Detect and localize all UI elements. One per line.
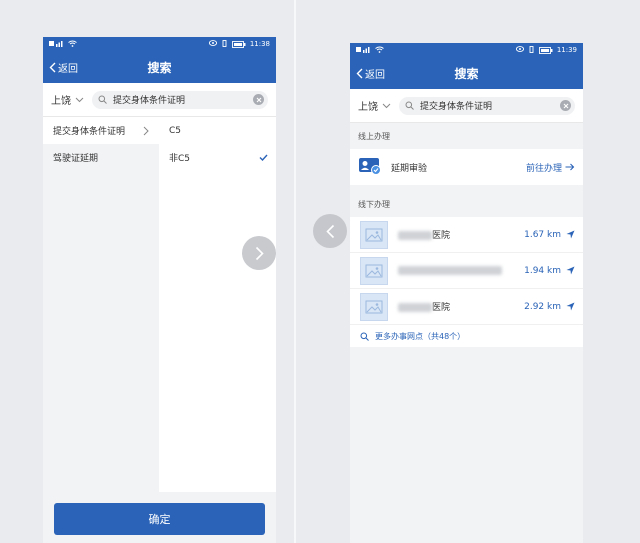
office-item[interactable]: 医院 2.92 km <box>350 289 583 325</box>
office-item[interactable]: 1.94 km <box>350 253 583 289</box>
option-item[interactable]: 非C5 <box>159 144 276 171</box>
wifi-icon <box>375 46 384 55</box>
eye-icon <box>515 46 524 54</box>
chevron-down-icon <box>382 103 391 108</box>
more-offices-label: 更多办事网点（共48个） <box>375 331 466 341</box>
city-selector[interactable]: 上饶 <box>358 98 391 113</box>
wifi-icon <box>68 40 77 49</box>
option-item[interactable]: C5 <box>159 117 276 144</box>
search-input[interactable]: 提交身体条件证明 <box>92 90 268 109</box>
category-item[interactable]: 驾驶证延期 <box>43 144 159 171</box>
navigation-icon[interactable] <box>566 266 575 275</box>
office-name: 医院 <box>432 231 451 241</box>
vibrate-icon <box>221 39 228 49</box>
category-label: 提交身体条件证明 <box>53 127 126 137</box>
status-bar: 11:39 <box>350 43 583 57</box>
office-item[interactable]: 医院 1.67 km <box>350 217 583 253</box>
city-label: 上饶 <box>51 96 71 107</box>
chevron-right-icon <box>143 126 149 135</box>
search-row: 上饶 提交身体条件证明 <box>350 89 583 123</box>
page-title: 搜索 <box>147 60 172 75</box>
category-list: 提交身体条件证明 驾驶证延期 <box>43 117 159 492</box>
search-icon <box>360 332 369 341</box>
page-title: 搜索 <box>454 66 479 81</box>
office-distance: 1.67 km <box>524 229 561 240</box>
signal-icon <box>356 46 372 55</box>
vibrate-icon <box>528 45 535 55</box>
online-section-label: 线上办理 <box>350 123 583 149</box>
option-list: C5 非C5 <box>159 117 276 492</box>
redacted-text <box>398 265 502 275</box>
navigation-icon[interactable] <box>566 230 575 239</box>
arrow-right-icon <box>565 163 575 171</box>
office-name: 医院 <box>432 303 451 313</box>
status-time: 11:39 <box>556 46 577 54</box>
city-selector[interactable]: 上饶 <box>51 92 84 107</box>
status-time: 11:38 <box>249 40 270 48</box>
phone-screen-right: 11:39 返回 搜索 上饶 提交身体条件证明 线上办理 延期审验 前往办理 线… <box>350 43 583 543</box>
divider <box>294 0 296 543</box>
goto-button[interactable]: 前往办理 <box>526 161 575 174</box>
chevron-left-icon <box>356 68 363 78</box>
signal-icon <box>49 40 65 49</box>
clear-icon[interactable] <box>560 100 571 111</box>
checkmark-icon <box>259 154 268 161</box>
search-icon <box>405 101 414 110</box>
clear-icon[interactable] <box>253 94 264 105</box>
nav-bar: 返回 搜索 <box>350 57 583 89</box>
eye-icon <box>208 40 217 48</box>
back-button[interactable]: 返回 <box>49 51 78 83</box>
filter-panel: 提交身体条件证明 驾驶证延期 C5 非C5 <box>43 117 276 492</box>
chevron-down-icon <box>75 97 84 102</box>
image-placeholder-icon <box>360 292 388 321</box>
more-offices-link[interactable]: 更多办事网点（共48个） <box>350 325 583 347</box>
offline-section-label: 线下办理 <box>350 191 583 217</box>
battery-icon <box>231 40 246 48</box>
phone-screen-left: 11:38 返回 搜索 上饶 提交身体条件证明 提交身体条件证明 驾驶证延期 C… <box>43 37 276 543</box>
id-card-check-icon <box>358 157 382 178</box>
office-distance: 2.92 km <box>524 301 561 312</box>
prev-arrow-button[interactable] <box>313 214 347 248</box>
chevron-left-icon <box>325 224 334 238</box>
chevron-right-icon <box>255 246 264 260</box>
image-placeholder-icon <box>360 256 388 285</box>
search-icon <box>98 95 107 104</box>
online-service-item[interactable]: 延期审验 前往办理 <box>350 149 583 185</box>
back-label: 返回 <box>58 63 78 75</box>
status-bar: 11:38 <box>43 37 276 51</box>
option-label: C5 <box>169 125 182 136</box>
search-query: 提交身体条件证明 <box>113 96 186 106</box>
search-input[interactable]: 提交身体条件证明 <box>399 96 575 115</box>
back-button[interactable]: 返回 <box>356 57 385 89</box>
navigation-icon[interactable] <box>566 302 575 311</box>
search-row: 上饶 提交身体条件证明 <box>43 83 276 117</box>
redacted-text <box>398 231 432 240</box>
city-label: 上饶 <box>358 102 378 113</box>
image-placeholder-icon <box>360 220 388 249</box>
nav-bar: 返回 搜索 <box>43 51 276 83</box>
back-label: 返回 <box>365 69 385 81</box>
redacted-text <box>398 303 432 312</box>
chevron-left-icon <box>49 62 56 72</box>
battery-icon <box>538 46 553 54</box>
option-label: 非C5 <box>169 154 191 164</box>
next-arrow-button[interactable] <box>242 236 276 270</box>
confirm-button[interactable]: 确定 <box>54 503 265 535</box>
online-item-label: 延期审验 <box>391 163 428 174</box>
category-item[interactable]: 提交身体条件证明 <box>43 117 159 144</box>
category-label: 驾驶证延期 <box>53 154 99 164</box>
search-query: 提交身体条件证明 <box>420 102 493 112</box>
goto-label: 前往办理 <box>525 163 562 174</box>
office-distance: 1.94 km <box>524 265 561 276</box>
